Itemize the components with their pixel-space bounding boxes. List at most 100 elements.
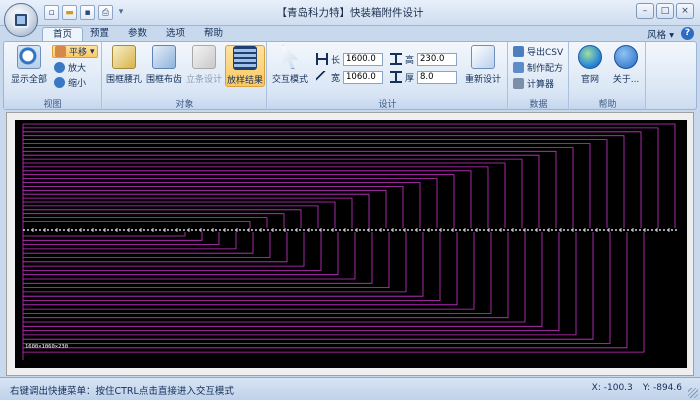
magnifier-icon xyxy=(17,45,41,69)
interactive-mode-label: 交互模式 xyxy=(271,75,308,85)
ribbon-tabs: 首页 预置 参数 选项 帮助 xyxy=(0,26,700,42)
height-input[interactable]: 230.0 xyxy=(417,52,458,66)
frame-waist-hole-label: 围框腰孔 xyxy=(105,75,142,85)
x-value: -100.3 xyxy=(603,383,633,393)
make-formula-label: 制作配方 xyxy=(527,64,564,74)
length-input[interactable]: 1600.0 xyxy=(343,52,384,66)
group-data-label: 数据 xyxy=(509,97,568,110)
pan-label: 平移 xyxy=(69,48,88,58)
pencil-paper-icon xyxy=(471,45,495,69)
export-csv-button[interactable]: 导出CSV xyxy=(513,45,563,58)
about-label: 关于... xyxy=(612,75,640,85)
tab-home[interactable]: 首页 xyxy=(42,27,84,42)
frame-waist-hole-button[interactable]: 围框腰孔 xyxy=(105,45,143,87)
frame-tooth-label: 围框布齿 xyxy=(145,75,182,85)
calculator-label: 计算器 xyxy=(527,80,555,90)
style-menu[interactable]: 风格 ▾ xyxy=(647,27,674,41)
height-field: 高 230.0 xyxy=(390,52,458,66)
website-button[interactable]: 官网 xyxy=(573,45,607,87)
zoom-out-button[interactable]: 缩小 xyxy=(54,76,86,89)
zoom-in-label: 放大 xyxy=(68,64,87,74)
group-view: 显示全部 平移 ▾ 放大 缩小 视图 xyxy=(4,42,102,110)
group-objects: 围框腰孔 围框布齿 立条设计 放样结果 对象 xyxy=(103,42,267,110)
thickness-input[interactable]: 8.0 xyxy=(417,70,458,84)
chevron-down-icon: ▾ xyxy=(90,46,95,57)
length-dimension-icon xyxy=(316,53,328,65)
window-title: 【青岛科力特】快装箱附件设计 xyxy=(276,7,424,19)
interactive-mode-button[interactable]: 交互模式 xyxy=(270,45,310,87)
y-value: -894.6 xyxy=(652,383,682,393)
cursor-icon xyxy=(282,45,299,69)
group-design-label: 设计 xyxy=(268,97,507,110)
make-formula-button[interactable]: 制作配方 xyxy=(513,61,563,74)
hand-icon xyxy=(55,46,66,57)
tab-help[interactable]: 帮助 xyxy=(194,27,233,42)
width-input[interactable]: 1060.0 xyxy=(343,70,384,84)
frame-tooth-button[interactable]: 围框布齿 xyxy=(145,45,183,87)
redesign-label: 重新设计 xyxy=(464,75,501,85)
x-coordinate: X: -100.3 xyxy=(592,383,633,393)
show-all-button[interactable]: 显示全部 xyxy=(8,45,50,87)
tab-preset[interactable]: 预置 xyxy=(80,27,119,42)
group-objects-label: 对象 xyxy=(103,97,266,110)
height-dimension-icon xyxy=(390,53,402,65)
question-icon xyxy=(614,45,638,69)
zoom-in-button[interactable]: 放大 xyxy=(54,61,86,74)
layout-drawing[interactable]: 1600×1060×230 xyxy=(15,120,687,368)
thickness-label: 厚 xyxy=(405,73,415,84)
zoom-in-icon xyxy=(54,62,65,73)
pan-button[interactable]: 平移 ▾ xyxy=(52,45,98,58)
show-all-label: 显示全部 xyxy=(10,75,47,85)
width-label: 宽 xyxy=(331,73,341,84)
brush-icon xyxy=(112,45,136,69)
cursor-coordinates: X: -100.3 Y: -894.6 xyxy=(592,383,682,393)
drawing-canvas[interactable]: 1600×1060×230 xyxy=(6,112,694,376)
redesign-button[interactable]: 重新设计 xyxy=(462,45,504,87)
resize-grip[interactable] xyxy=(688,388,698,398)
ribbon: 显示全部 平移 ▾ 放大 缩小 视图 围框腰孔 围框布齿 立条设计 放样结果 对… xyxy=(3,41,697,110)
thickness-dimension-icon xyxy=(390,71,402,83)
y-label: Y: xyxy=(642,383,651,393)
zoom-out-icon xyxy=(54,77,65,88)
globe-icon xyxy=(578,45,602,69)
layout-grid-icon xyxy=(233,46,257,70)
status-hint: 右键调出快捷菜单：按住CTRL点击直接进入交互模式 xyxy=(10,386,234,397)
frame-icon xyxy=(152,45,176,69)
width-field: 宽 1060.0 xyxy=(316,70,384,84)
style-menu-label: 风格 xyxy=(647,30,667,41)
title-bar: ▫ ▬ ▪ ⎙ ▾ 【青岛科力特】快装箱附件设计 – □ × xyxy=(0,0,700,26)
application-menu-button[interactable] xyxy=(4,3,38,37)
help-icon[interactable]: ? xyxy=(681,27,694,40)
tab-options[interactable]: 选项 xyxy=(156,27,195,42)
maximize-button[interactable]: □ xyxy=(656,3,674,19)
export-icon xyxy=(513,46,524,57)
formula-icon xyxy=(513,62,524,73)
minimize-button[interactable]: – xyxy=(636,3,654,19)
zoom-out-label: 缩小 xyxy=(68,79,87,89)
group-design: 交互模式 长 1600.0 宽 1060.0 高 230.0 厚 8.0 重新设… xyxy=(268,42,508,110)
group-data: 导出CSV 制作配方 计算器 数据 xyxy=(509,42,569,110)
website-label: 官网 xyxy=(580,75,599,85)
post-design-button[interactable]: 立条设计 xyxy=(185,45,223,87)
group-help-label: 帮助 xyxy=(570,97,645,110)
tab-params[interactable]: 参数 xyxy=(118,27,157,42)
x-label: X: xyxy=(591,383,601,393)
thickness-field: 厚 8.0 xyxy=(390,70,458,84)
y-coordinate: Y: -894.6 xyxy=(643,383,682,393)
cube-icon xyxy=(192,45,216,69)
height-label: 高 xyxy=(405,55,415,66)
window-controls: – □ × xyxy=(636,3,694,19)
app-logo-icon xyxy=(13,12,29,28)
calculator-icon xyxy=(513,78,524,89)
length-field: 长 1600.0 xyxy=(316,52,384,66)
drawing-caption: 1600×1060×230 xyxy=(25,344,68,350)
about-button[interactable]: 关于... xyxy=(608,45,644,87)
length-label: 长 xyxy=(331,55,341,66)
width-dimension-icon xyxy=(316,71,328,83)
layout-result-label: 放样结果 xyxy=(226,76,263,86)
close-button[interactable]: × xyxy=(676,3,694,19)
post-design-label: 立条设计 xyxy=(185,75,222,85)
layout-result-button[interactable]: 放样结果 xyxy=(225,45,265,87)
calculator-button[interactable]: 计算器 xyxy=(513,77,554,90)
group-view-label: 视图 xyxy=(4,97,101,110)
